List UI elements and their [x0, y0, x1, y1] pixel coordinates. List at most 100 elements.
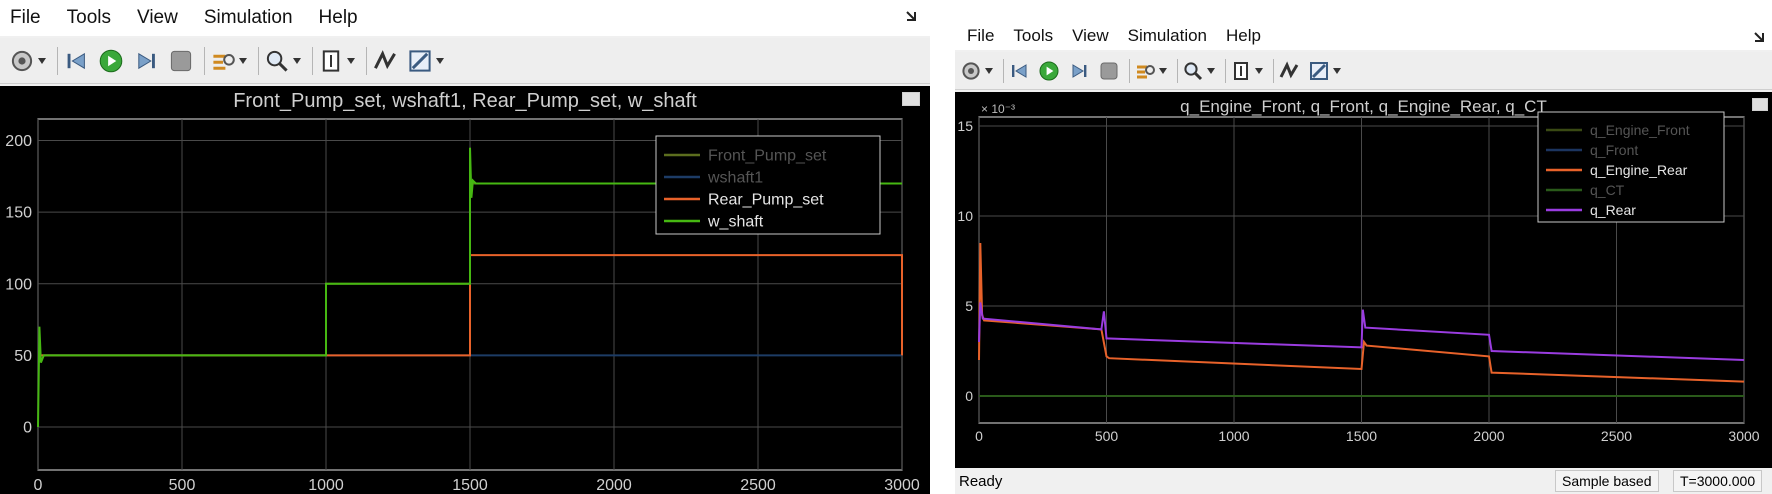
step-forward-button[interactable] — [1069, 61, 1089, 81]
menu-simulation[interactable]: Simulation — [1128, 26, 1207, 46]
y-tick-label: 0 — [23, 420, 32, 437]
highlight-button[interactable] — [1135, 61, 1155, 81]
highlight-icon — [213, 54, 235, 70]
status-bar: Ready Sample based T=3000.000 — [955, 468, 1772, 494]
run-button[interactable] — [99, 49, 123, 73]
y-exponent-label: × 10⁻³ — [981, 102, 1015, 116]
signal-icon — [1279, 61, 1299, 79]
x-tick-label: 3000 — [1728, 428, 1759, 444]
fit-axes-icon — [1234, 62, 1248, 80]
settings-button[interactable] — [10, 49, 34, 73]
toolbar-separator — [1273, 59, 1274, 83]
x-tick-label: 3000 — [884, 477, 920, 494]
menu-tools[interactable]: Tools — [1013, 26, 1053, 46]
chevron-down-icon[interactable] — [347, 58, 355, 64]
menu-file[interactable]: File — [10, 7, 41, 29]
settings-button[interactable] — [961, 61, 981, 81]
chevron-down-icon[interactable] — [38, 58, 46, 64]
status-time: T=3000.000 — [1673, 470, 1763, 492]
y-tick-label: 100 — [5, 276, 32, 293]
step-back-button[interactable] — [64, 49, 88, 73]
pin-icon[interactable] — [904, 9, 918, 23]
y-tick-label: 15 — [957, 118, 973, 134]
x-tick-label: 0 — [34, 477, 43, 494]
fit-axes-button[interactable] — [319, 49, 343, 73]
chevron-down-icon[interactable] — [1159, 68, 1167, 74]
highlight-icon — [1137, 65, 1155, 79]
legend-label: w_shaft — [707, 214, 764, 231]
signal-button[interactable] — [1279, 61, 1299, 81]
chevron-down-icon[interactable] — [1207, 68, 1215, 74]
legend-label: q_Rear — [1590, 202, 1636, 218]
menu-view[interactable]: View — [1072, 26, 1109, 46]
run-button[interactable] — [1039, 61, 1059, 81]
y-tick-label: 50 — [14, 348, 32, 365]
stop-icon — [170, 50, 192, 72]
chevron-down-icon[interactable] — [1333, 68, 1341, 74]
zoom-button[interactable] — [1183, 61, 1203, 81]
signal-icon — [374, 50, 396, 70]
step-forward-icon — [1072, 64, 1087, 78]
stop-icon — [1100, 62, 1118, 80]
style-button[interactable] — [1309, 61, 1329, 81]
menu-file[interactable]: File — [967, 26, 994, 46]
x-tick-label: 0 — [975, 428, 983, 444]
x-tick-label: 2500 — [740, 477, 776, 494]
style-button[interactable] — [408, 49, 432, 73]
fit-axes-icon — [322, 50, 340, 72]
x-tick-label: 2000 — [1473, 428, 1504, 444]
menu-help[interactable]: Help — [319, 7, 358, 29]
legend-label: q_Engine_Rear — [1590, 162, 1688, 178]
menu-help[interactable]: Help — [1226, 26, 1261, 46]
y-tick-label: 150 — [5, 205, 32, 222]
toolbar-separator — [1225, 59, 1226, 83]
legend-label: q_CT — [1590, 182, 1625, 198]
toolbar-separator — [204, 47, 205, 75]
chevron-down-icon[interactable] — [985, 68, 993, 74]
y-tick-label: 10 — [957, 208, 973, 224]
zoom-icon — [1184, 62, 1203, 81]
pin-icon[interactable] — [1752, 30, 1766, 44]
right-plot: 0 500 1000 1500 2000 2500 3000 0 5 10 15 × 10⁻³ q_En… — [957, 102, 1759, 444]
right-scope-display: q_Engine_Front, q_Front, q_Engine_Rear, … — [955, 92, 1772, 468]
toolbar-separator — [1177, 59, 1178, 83]
x-tick-label: 500 — [1095, 428, 1119, 444]
signal-button[interactable] — [373, 49, 397, 73]
left-scope-display: Front_Pump_set, wshaft1, Rear_Pump_set, … — [0, 86, 930, 494]
highlight-button[interactable] — [211, 49, 235, 73]
toolbar-separator — [1003, 59, 1004, 83]
x-tick-label: 2000 — [596, 477, 632, 494]
chevron-down-icon[interactable] — [436, 58, 444, 64]
x-tick-label: 500 — [169, 477, 196, 494]
run-icon — [1039, 61, 1059, 81]
x-tick-label: 1000 — [1218, 428, 1249, 444]
chevron-down-icon[interactable] — [1255, 68, 1263, 74]
y-tick-label: 0 — [965, 388, 973, 404]
menu-simulation[interactable]: Simulation — [204, 7, 293, 29]
menu-tools[interactable]: Tools — [67, 7, 111, 29]
stop-button[interactable] — [1099, 61, 1119, 81]
step-back-icon — [67, 52, 85, 70]
chevron-down-icon[interactable] — [293, 58, 301, 64]
step-forward-button[interactable] — [134, 49, 158, 73]
zoom-button[interactable] — [265, 49, 289, 73]
toolbar-separator — [258, 47, 259, 75]
chevron-down-icon[interactable] — [239, 58, 247, 64]
step-back-button[interactable] — [1009, 61, 1029, 81]
stop-button[interactable] — [169, 49, 193, 73]
style-icon — [1310, 62, 1328, 80]
legend-label: q_Engine_Front — [1590, 122, 1690, 138]
run-icon — [99, 49, 123, 73]
left-menubar: File Tools View Simulation Help — [0, 0, 930, 36]
settings-icon — [962, 62, 980, 80]
status-ready: Ready — [959, 473, 1003, 490]
toolbar-separator — [366, 47, 367, 75]
toolbar-separator — [312, 47, 313, 75]
menu-view[interactable]: View — [137, 7, 178, 29]
legend-label: q_Front — [1590, 142, 1638, 158]
fit-axes-button[interactable] — [1231, 61, 1251, 81]
x-tick-label: 1500 — [1346, 428, 1377, 444]
legend-label: wshaft1 — [707, 170, 763, 187]
y-tick-label: 5 — [965, 298, 973, 314]
right-scope-window: File Tools View Simulation Help q_Engine… — [955, 22, 1772, 494]
